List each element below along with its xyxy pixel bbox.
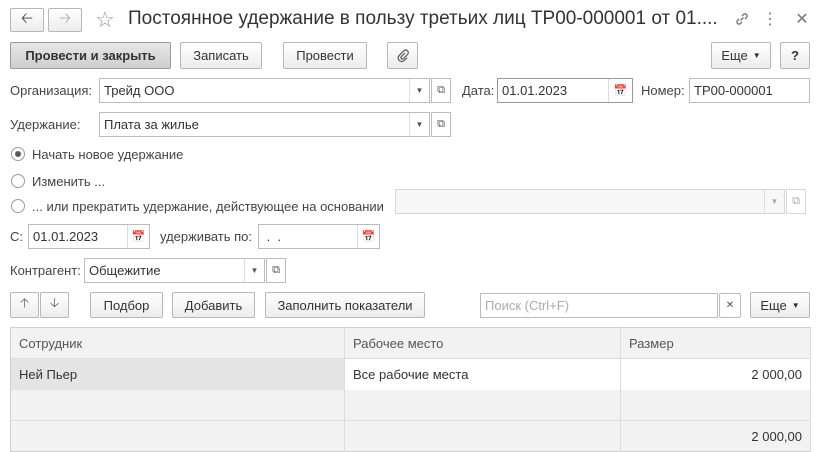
column-header-amount[interactable]: Размер <box>620 327 811 359</box>
arrow-down-icon: 🡣 <box>49 295 60 310</box>
from-date-field[interactable]: 01.01.2023 📅 <box>28 224 150 249</box>
open-window-icon: ⧉ <box>792 195 800 207</box>
close-icon: ✕ <box>725 300 735 311</box>
number-field[interactable]: ТР00-000001 <box>689 78 810 103</box>
table-footer-row: 2 000,00 <box>10 420 811 452</box>
number-label: Номер: <box>641 83 685 98</box>
open-window-icon: ⧉ <box>437 118 445 130</box>
open-window-icon: ⧉ <box>272 264 280 276</box>
search-clear-button[interactable]: ✕ <box>719 293 741 318</box>
window-title: Постоянное удержание в пользу третьих ли… <box>128 8 718 29</box>
arrow-right-icon: 🡢 <box>58 9 72 27</box>
calendar-button[interactable]: 📅 <box>608 79 632 102</box>
from-label: С: <box>10 229 23 244</box>
radio-change[interactable] <box>11 174 25 188</box>
more-menu-icon[interactable]: ⋮ <box>762 9 778 29</box>
forward-button[interactable]: 🡢 <box>48 8 82 32</box>
footer-cell <box>10 420 345 452</box>
close-icon[interactable]: ✕ <box>792 9 812 29</box>
hold-until-field[interactable]: . . 📅 <box>258 224 380 249</box>
empty-cell <box>344 389 621 421</box>
organization-label: Организация: <box>10 83 93 98</box>
basis-document-field[interactable]: ▼ <box>395 189 785 214</box>
deduction-dropdown-button[interactable]: ▼ <box>409 113 429 136</box>
hold-until-value: . . <box>263 229 282 244</box>
link-icon[interactable] <box>732 9 752 29</box>
from-calendar-button[interactable]: 📅 <box>127 225 149 248</box>
open-window-icon: ⧉ <box>437 84 445 96</box>
help-button[interactable]: ? <box>780 42 810 69</box>
organization-field[interactable]: Трейд ООО ▼ <box>99 78 430 103</box>
basis-dropdown-button[interactable]: ▼ <box>764 190 784 213</box>
table-header-row: Сотрудник Рабочее место Размер <box>10 327 811 359</box>
attach-button[interactable] <box>387 42 418 69</box>
save-button[interactable]: Записать <box>180 42 262 69</box>
number-value: ТР00-000001 <box>694 83 773 98</box>
column-header-workplace[interactable]: Рабочее место <box>344 327 621 359</box>
hold-until-label: удерживать по: <box>160 229 252 244</box>
radio-new-deduction[interactable] <box>11 147 25 161</box>
cell-employee[interactable]: Ней Пьер <box>10 358 345 390</box>
more-button-label: Еще <box>721 48 748 63</box>
hold-until-calendar-button[interactable]: 📅 <box>357 225 379 248</box>
post-and-close-button[interactable]: Провести и закрыть <box>10 42 171 69</box>
cell-workplace[interactable]: Все рабочие места <box>344 358 621 390</box>
deduction-value: Плата за жилье <box>104 117 199 132</box>
date-label: Дата: <box>462 83 495 98</box>
paperclip-icon <box>397 48 409 62</box>
calendar-icon: 📅 <box>361 231 376 243</box>
move-down-button[interactable]: 🡣 <box>40 292 69 318</box>
radio-new-deduction-label[interactable]: Начать новое удержание <box>32 147 183 162</box>
deduction-field[interactable]: Плата за жилье ▼ <box>99 112 430 137</box>
post-button[interactable]: Провести <box>283 42 367 69</box>
favorite-star-icon[interactable]: ☆ <box>92 6 118 34</box>
chevron-down-icon: ▼ <box>752 51 761 60</box>
radio-change-label[interactable]: Изменить ... <box>32 174 105 189</box>
chevron-down-icon: ▼ <box>770 197 779 206</box>
counterparty-value: Общежитие <box>89 263 161 278</box>
counterparty-dropdown-button[interactable]: ▼ <box>244 259 264 282</box>
fill-indicators-button[interactable]: Заполнить показатели <box>265 292 425 318</box>
table-more-label: Еще <box>760 297 787 313</box>
deduction-open-button[interactable]: ⧉ <box>431 112 451 137</box>
column-header-employee[interactable]: Сотрудник <box>10 327 345 359</box>
footer-cell <box>344 420 621 452</box>
deduction-label: Удержание: <box>10 117 81 132</box>
move-up-button[interactable]: 🡡 <box>10 292 39 318</box>
chevron-down-icon: ▼ <box>415 86 424 95</box>
back-button[interactable]: 🡠 <box>10 8 44 32</box>
add-button[interactable]: Добавить <box>172 292 255 318</box>
cell-amount[interactable]: 2 000,00 <box>620 358 811 390</box>
chevron-down-icon: ▼ <box>415 120 424 129</box>
chevron-down-icon: ▼ <box>250 266 259 275</box>
empty-cell <box>10 389 345 421</box>
search-input[interactable]: Поиск (Ctrl+F) <box>480 293 718 318</box>
organization-value: Трейд ООО <box>104 83 175 98</box>
table-empty-area <box>10 389 811 421</box>
organization-dropdown-button[interactable]: ▼ <box>409 79 429 102</box>
table-row[interactable]: Ней Пьер Все рабочие места 2 000,00 <box>10 358 811 390</box>
arrow-left-icon: 🡠 <box>20 9 34 27</box>
counterparty-field[interactable]: Общежитие ▼ <box>84 258 265 283</box>
from-date-value: 01.01.2023 <box>33 229 99 244</box>
deductions-table[interactable]: Сотрудник Рабочее место Размер Ней Пьер … <box>10 327 811 452</box>
counterparty-open-button[interactable]: ⧉ <box>266 258 286 283</box>
counterparty-label: Контрагент: <box>10 263 81 278</box>
organization-open-button[interactable]: ⧉ <box>431 78 451 103</box>
empty-cell <box>620 389 811 421</box>
search-placeholder: Поиск (Ctrl+F) <box>485 298 570 313</box>
date-value: 01.01.2023 <box>502 83 568 98</box>
footer-total: 2 000,00 <box>620 420 811 452</box>
radio-stop[interactable] <box>11 199 25 213</box>
radio-stop-label[interactable]: ... или прекратить удержание, действующе… <box>32 199 384 214</box>
calendar-icon: 📅 <box>131 231 146 243</box>
date-field[interactable]: 01.01.2023 📅 <box>497 78 633 103</box>
calendar-icon: 📅 <box>613 85 628 97</box>
more-button[interactable]: Еще ▼ <box>711 42 771 69</box>
chevron-down-icon: ▼ <box>791 300 800 310</box>
table-more-button[interactable]: Еще ▼ <box>750 292 810 318</box>
arrow-up-icon: 🡡 <box>19 295 30 310</box>
pick-button[interactable]: Подбор <box>90 292 163 318</box>
basis-open-button[interactable]: ⧉ <box>786 189 806 214</box>
